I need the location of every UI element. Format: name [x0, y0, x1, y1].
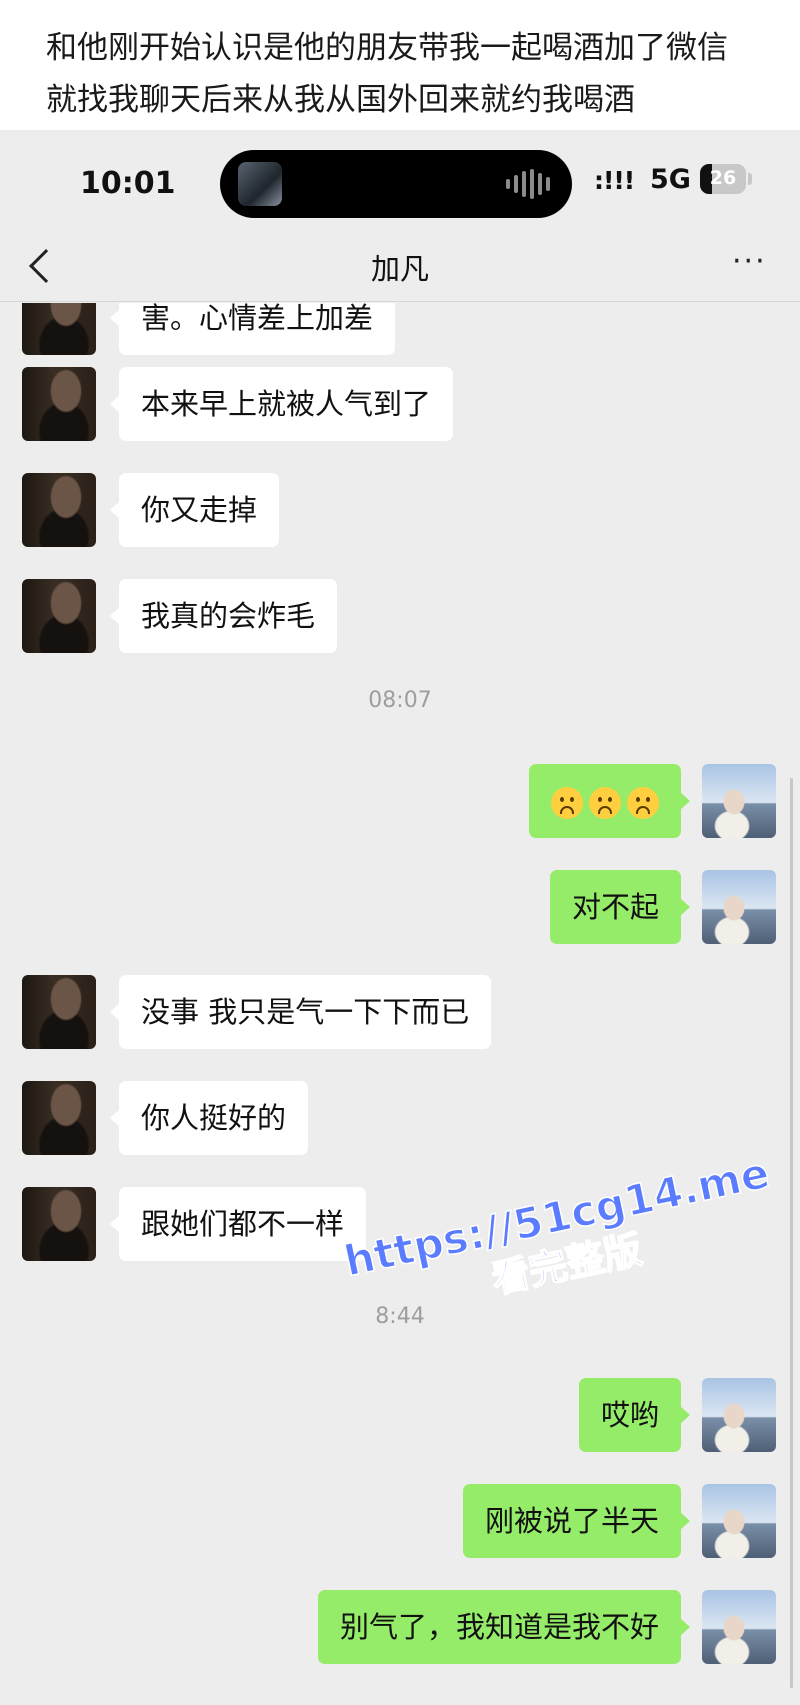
caption-line-1: 和他刚开始认识是他的朋友带我一起喝酒加了微信: [46, 30, 728, 66]
contact-avatar[interactable]: [22, 367, 96, 441]
post-caption: 和他刚开始认识是他的朋友带我一起喝酒加了微信 就找我聊天后来从我从国外回来就约我…: [0, 0, 800, 130]
message-row-incoming: 你人挺好的: [0, 1081, 800, 1155]
audio-waveform-icon: [506, 168, 550, 200]
message-bubble[interactable]: 对不起: [549, 870, 691, 944]
message-row-incoming: 我真的会炸毛: [0, 579, 800, 653]
my-avatar[interactable]: [702, 870, 776, 944]
message-bubble[interactable]: 害。心情差上加差: [109, 303, 396, 355]
contact-avatar[interactable]: [22, 473, 96, 547]
contact-avatar[interactable]: [22, 975, 96, 1049]
contact-avatar[interactable]: [22, 1081, 96, 1155]
frowning-face-emoji-icon: [589, 787, 621, 819]
message-bubble[interactable]: 没事 我只是气一下下而已: [109, 975, 492, 1049]
contact-avatar[interactable]: [22, 1187, 96, 1261]
message-bubble[interactable]: 哎哟: [578, 1378, 691, 1452]
message-bubble[interactable]: 我真的会炸毛: [109, 579, 338, 653]
chat-scrollbar[interactable]: [790, 778, 793, 1688]
chat-header: 加凡 ···: [0, 230, 800, 302]
status-time: 10:01: [80, 166, 176, 201]
battery-icon: 26: [700, 164, 746, 194]
message-bubble[interactable]: 别气了，我知道是我不好: [317, 1590, 691, 1664]
message-bubble[interactable]: 你人挺好的: [109, 1081, 309, 1155]
signal-strength-icon: :!!!: [594, 166, 635, 195]
message-row-outgoing: [0, 764, 800, 838]
contact-avatar[interactable]: [22, 303, 96, 355]
emoji-message-bubble[interactable]: [529, 764, 690, 838]
status-bar: 10:01 :!!! 5G 26: [0, 130, 800, 230]
my-avatar[interactable]: [702, 1484, 776, 1558]
contact-avatar[interactable]: [22, 579, 96, 653]
message-row-outgoing: 别气了，我知道是我不好: [0, 1590, 800, 1664]
my-avatar[interactable]: [702, 764, 776, 838]
message-row-incoming: 你又走掉: [0, 473, 800, 547]
now-playing-artwork-icon: [238, 162, 282, 206]
my-avatar[interactable]: [702, 1378, 776, 1452]
battery-cap: [748, 173, 752, 185]
frowning-face-emoji-icon: [627, 787, 659, 819]
chat-timestamp: 08:07: [368, 688, 432, 713]
message-list[interactable]: 害。心情差上加差 本来早上就被人气到了 你又走掉 我真的会炸毛 08:07 对不…: [0, 303, 800, 1705]
more-options-icon[interactable]: ···: [732, 244, 767, 279]
message-bubble[interactable]: 跟她们都不一样: [109, 1187, 367, 1261]
message-row-outgoing: 刚被说了半天: [0, 1484, 800, 1558]
message-row-incoming: 没事 我只是气一下下而已: [0, 975, 800, 1049]
message-row-incoming: 害。心情差上加差: [0, 303, 800, 355]
phone-screenshot: 10:01 :!!! 5G 26 加凡 ··· 害。心情差上加差 本来早上就被人…: [0, 130, 800, 1705]
message-row-incoming: 本来早上就被人气到了: [0, 367, 800, 441]
battery-level: 26: [709, 167, 737, 189]
message-bubble[interactable]: 本来早上就被人气到了: [109, 367, 454, 441]
dynamic-island[interactable]: [220, 150, 572, 218]
chat-title: 加凡: [370, 252, 429, 286]
message-bubble[interactable]: 刚被说了半天: [462, 1484, 691, 1558]
caption-line-2: 就找我聊天后来从我从国外回来就约我喝酒: [46, 82, 635, 118]
message-row-outgoing: 对不起: [0, 870, 800, 944]
message-row-outgoing: 哎哟: [0, 1378, 800, 1452]
network-type: 5G: [650, 164, 691, 195]
my-avatar[interactable]: [702, 1590, 776, 1664]
message-bubble[interactable]: 你又走掉: [109, 473, 280, 547]
frowning-face-emoji-icon: [551, 787, 583, 819]
